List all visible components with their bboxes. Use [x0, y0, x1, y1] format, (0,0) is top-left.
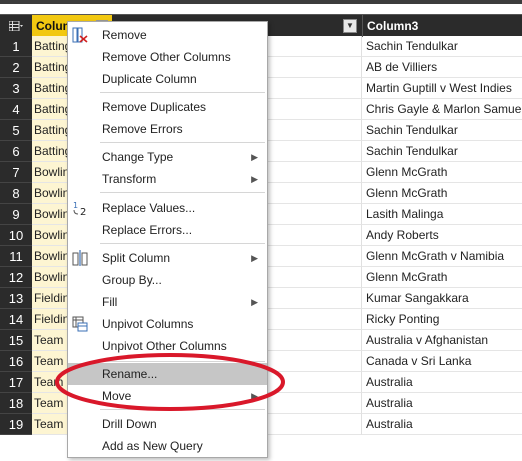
row-number[interactable]: 18	[0, 393, 32, 414]
menu-item-remove-other-columns[interactable]: Remove Other Columns	[68, 46, 267, 68]
menu-item-label: Replace Errors...	[102, 223, 193, 237]
cell-column3[interactable]: Canada v Sri Lanka	[362, 351, 522, 372]
column-context-menu: Remove Remove Other Columns Duplicate Co…	[67, 21, 268, 458]
column3-header-label: Column3	[367, 19, 419, 33]
menu-item-label: Rename...	[102, 367, 158, 381]
menu-item-remove-duplicates[interactable]: Remove Duplicates	[68, 96, 267, 118]
menu-item-unpivot-columns[interactable]: Unpivot Columns	[68, 313, 267, 335]
row-number[interactable]: 17	[0, 372, 32, 393]
menu-separator	[100, 142, 265, 143]
menu-item-label: Remove	[102, 28, 147, 42]
menu-item-label: Remove Other Columns	[102, 50, 231, 64]
cell-column3[interactable]: Glenn McGrath	[362, 162, 522, 183]
menu-separator	[100, 92, 265, 93]
cell-column3[interactable]: Lasith Malinga	[362, 204, 522, 225]
row-number[interactable]: 6	[0, 141, 32, 162]
menu-item-split-column[interactable]: Split Column ▶	[68, 247, 267, 269]
submenu-arrow-icon: ▶	[251, 174, 258, 184]
row-number[interactable]: 2	[0, 57, 32, 78]
split-column-icon	[72, 250, 88, 266]
cell-column3[interactable]: Martin Guptill v West Indies	[362, 78, 522, 99]
menu-item-label: Move	[102, 389, 132, 403]
cell-column3[interactable]: Andy Roberts	[362, 225, 522, 246]
row-number[interactable]: 9	[0, 204, 32, 225]
menu-item-drill-down[interactable]: Drill Down	[68, 413, 267, 435]
menu-separator	[100, 361, 265, 362]
menu-item-label: Remove Duplicates	[102, 100, 207, 114]
row-number[interactable]: 4	[0, 99, 32, 120]
menu-item-label: Unpivot Other Columns	[102, 339, 227, 353]
row-number[interactable]: 5	[0, 120, 32, 141]
menu-item-label: Drill Down	[102, 417, 157, 431]
cell-column3[interactable]: Chris Gayle & Marlon Samuels	[362, 99, 522, 120]
cell-column3[interactable]: AB de Villiers	[362, 57, 522, 78]
menu-item-remove-errors[interactable]: Remove Errors	[68, 118, 267, 140]
menu-item-label: Unpivot Columns	[102, 317, 194, 331]
cell-column3[interactable]: Kumar Sangakkara	[362, 288, 522, 309]
menu-item-label: Change Type	[102, 150, 174, 164]
row-number[interactable]: 12	[0, 267, 32, 288]
menu-item-duplicate-column[interactable]: Duplicate Column	[68, 68, 267, 90]
svg-text:1: 1	[73, 201, 78, 210]
menu-item-rename[interactable]: Rename...	[68, 363, 267, 385]
menu-separator	[100, 409, 265, 410]
svg-text:2: 2	[80, 207, 86, 216]
cell-column3[interactable]: Australia	[362, 393, 522, 414]
row-number[interactable]: 13	[0, 288, 32, 309]
replace-values-icon: 1 2	[73, 201, 86, 216]
cell-column3[interactable]: Australia v Afghanistan	[362, 330, 522, 351]
cell-column3[interactable]: Sachin Tendulkar	[362, 120, 522, 141]
cell-column3[interactable]: Australia	[362, 414, 522, 435]
menu-item-label: Add as New Query	[102, 439, 203, 453]
menu-item-unpivot-other-columns[interactable]: Unpivot Other Columns	[68, 335, 267, 357]
menu-item-label: Split Column	[102, 251, 171, 265]
menu-item-group-by[interactable]: Group By...	[68, 269, 267, 291]
menu-separator	[100, 192, 265, 193]
table-menu-icon[interactable]	[0, 15, 32, 37]
submenu-arrow-icon: ▶	[251, 297, 258, 307]
menu-item-move[interactable]: Move ▶	[68, 385, 267, 407]
menu-item-label: Remove Errors	[102, 122, 183, 136]
remove-column-icon	[72, 27, 88, 43]
submenu-arrow-icon: ▶	[251, 391, 258, 401]
menu-item-label: Transform	[102, 172, 157, 186]
row-number[interactable]: 10	[0, 225, 32, 246]
menu-item-replace-values[interactable]: 1 2 Replace Values...	[68, 197, 267, 219]
submenu-arrow-icon: ▶	[251, 152, 258, 162]
menu-item-label: Duplicate Column	[102, 72, 197, 86]
menu-item-remove[interactable]: Remove	[68, 24, 267, 46]
cell-column3[interactable]: Glenn McGrath v Namibia	[362, 246, 522, 267]
cell-column3[interactable]: Sachin Tendulkar	[362, 141, 522, 162]
menu-item-replace-errors[interactable]: Replace Errors...	[68, 219, 267, 241]
cell-column3[interactable]: Ricky Ponting	[362, 309, 522, 330]
row-number[interactable]: 14	[0, 309, 32, 330]
row-number[interactable]: 3	[0, 78, 32, 99]
menu-item-transform[interactable]: Transform ▶	[68, 168, 267, 190]
row-number[interactable]: 11	[0, 246, 32, 267]
menu-item-label: Replace Values...	[102, 201, 196, 215]
cell-column3[interactable]: Glenn McGrath	[362, 267, 522, 288]
unpivot-columns-icon	[72, 316, 88, 332]
row-number[interactable]: 15	[0, 330, 32, 351]
menu-item-label: Group By...	[102, 273, 162, 287]
menu-separator	[100, 243, 265, 244]
cell-column3[interactable]: Australia	[362, 372, 522, 393]
top-bar	[0, 0, 522, 4]
cell-column3[interactable]: Glenn McGrath	[362, 183, 522, 204]
row-number[interactable]: 16	[0, 351, 32, 372]
column3-header[interactable]: Column3	[362, 15, 522, 37]
submenu-arrow-icon: ▶	[251, 253, 258, 263]
cell-column3[interactable]: Sachin Tendulkar	[362, 36, 522, 57]
row-number[interactable]: 1	[0, 36, 32, 57]
menu-item-change-type[interactable]: Change Type ▶	[68, 146, 267, 168]
column2-filter-dropdown-icon[interactable]: ▼	[343, 19, 357, 33]
row-number[interactable]: 19	[0, 414, 32, 435]
menu-item-label: Fill	[102, 295, 118, 309]
menu-item-fill[interactable]: Fill ▶	[68, 291, 267, 313]
row-number[interactable]: 8	[0, 183, 32, 204]
menu-item-add-as-new-query[interactable]: Add as New Query	[68, 435, 267, 457]
row-number[interactable]: 7	[0, 162, 32, 183]
